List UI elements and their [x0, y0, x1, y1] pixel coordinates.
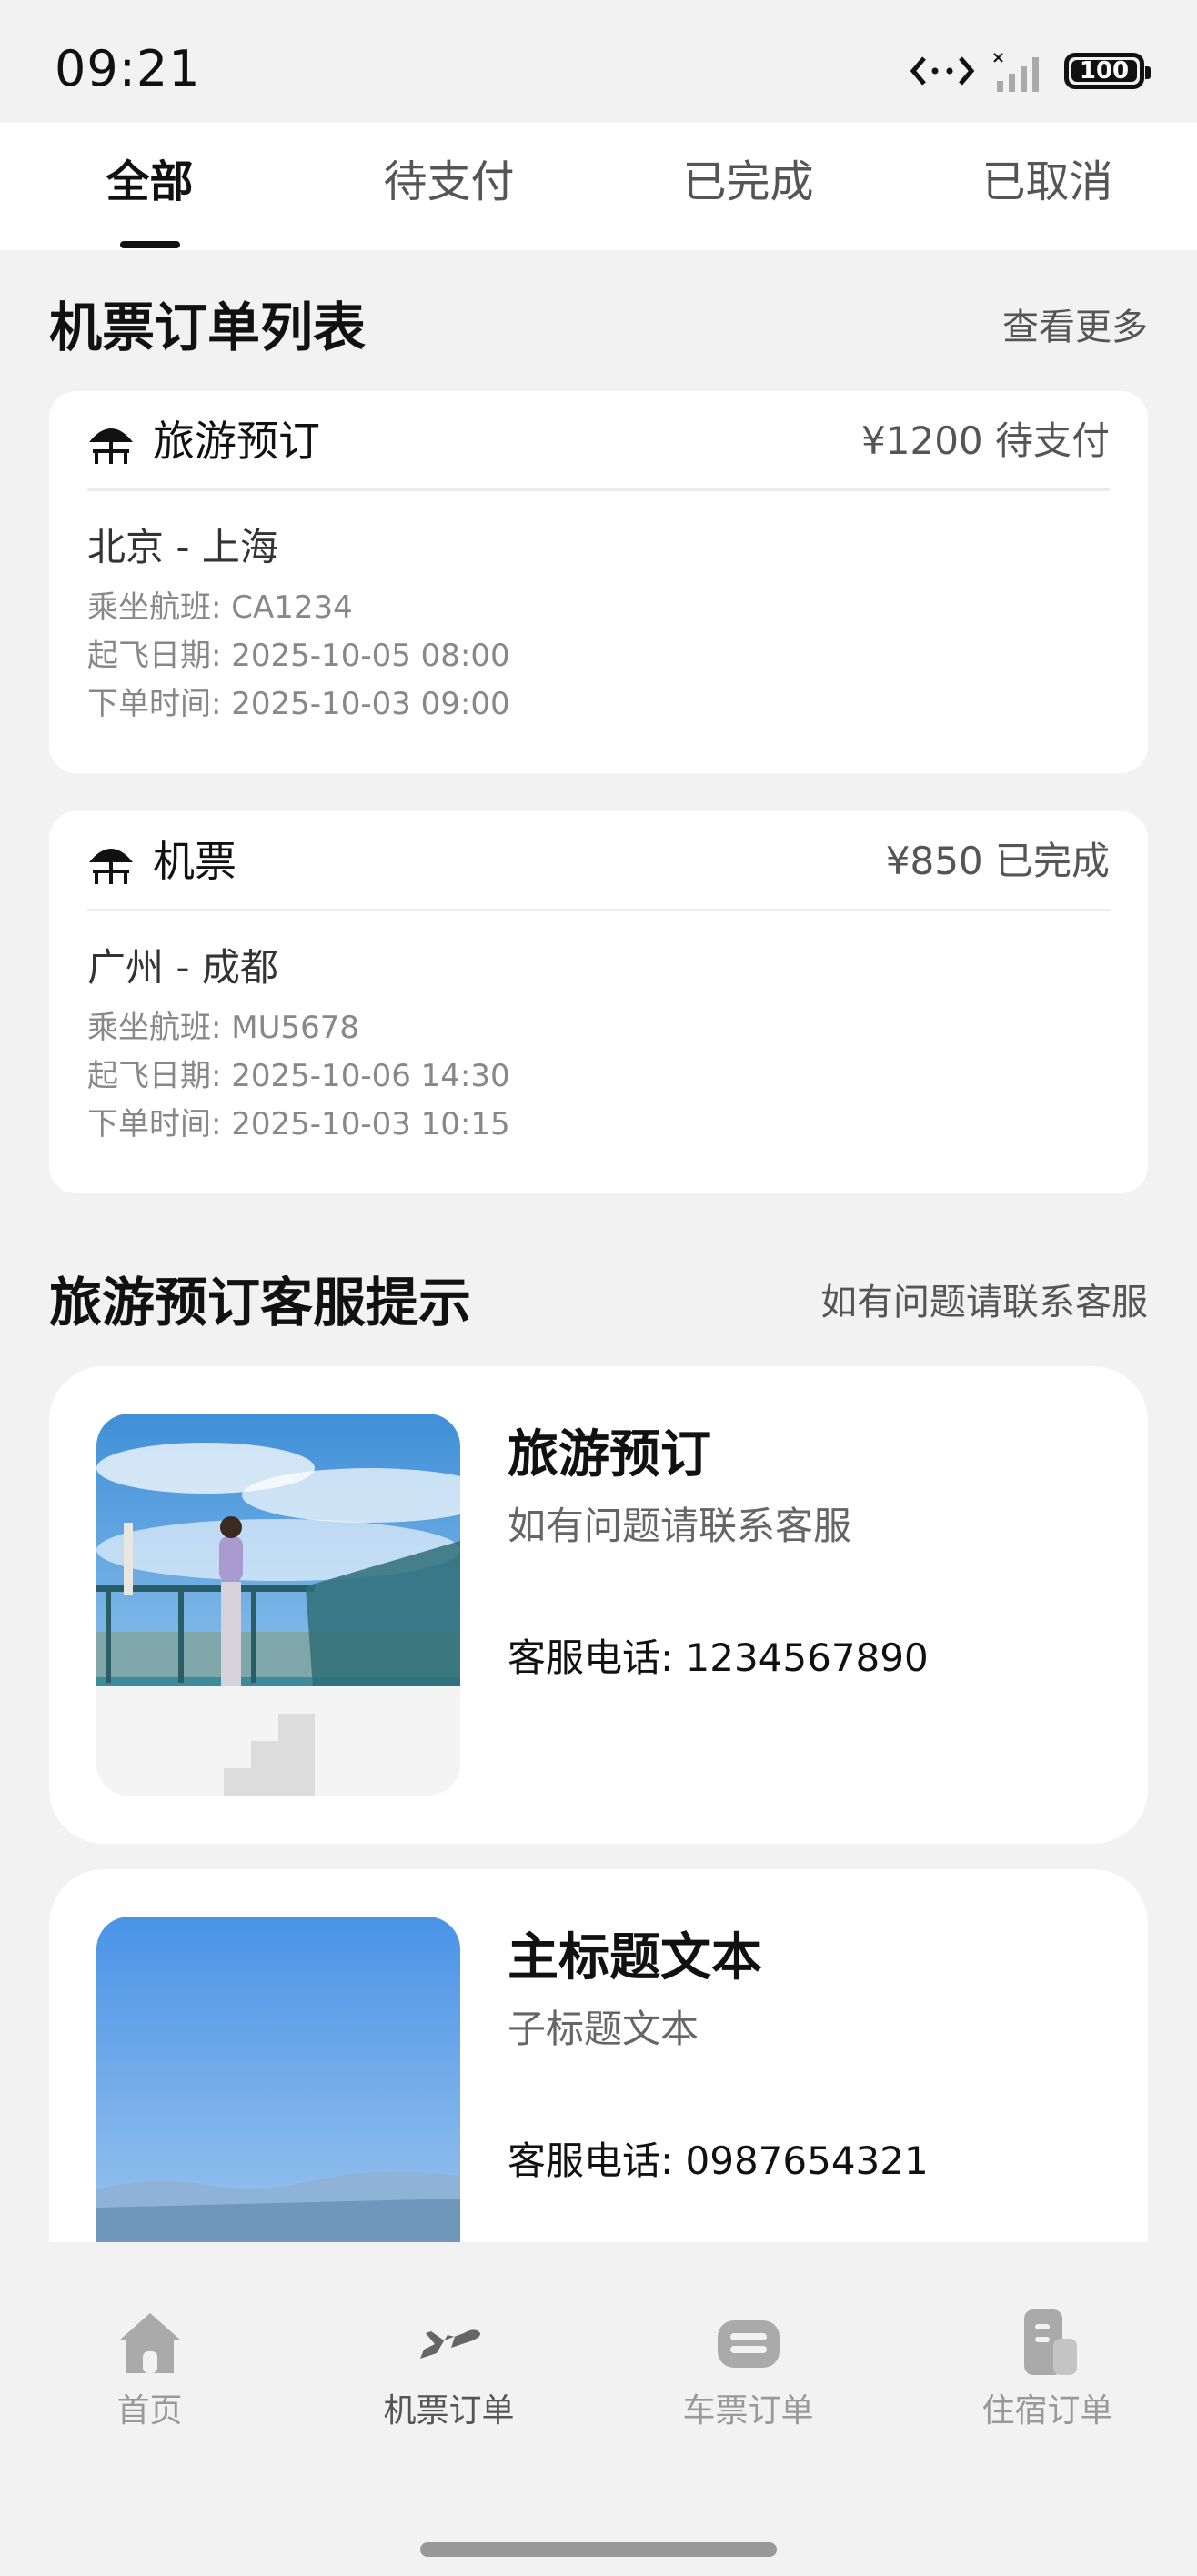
- plane-icon: [419, 2329, 480, 2359]
- beach-umbrella-icon: [89, 849, 133, 884]
- tab-indicator: [120, 241, 180, 248]
- battery-icon: 100: [1064, 53, 1151, 89]
- nav-train-orders-label: 车票订单: [682, 2392, 814, 2430]
- order-type: 旅游预订: [153, 417, 320, 466]
- battery-level: 100: [1079, 57, 1130, 85]
- service-title: 主标题文本: [508, 1928, 762, 1987]
- tab-completed[interactable]: 已完成: [598, 123, 898, 250]
- service-card[interactable]: 旅游预订 如有问题请联系客服 客服电话: 1234567890: [49, 1366, 1148, 1844]
- order-price-status: ¥850 已完成: [885, 839, 1110, 883]
- order-time: 下单时间: 2025-10-03 10:15: [87, 1106, 510, 1142]
- nav-flight-orders-label: 机票订单: [383, 2392, 515, 2430]
- order-flight: 乘坐航班: CA1234: [87, 589, 353, 626]
- bottom-nav: 首页 机票订单 车票订单 住宿订单: [0, 2242, 1197, 2576]
- order-type: 机票: [153, 837, 236, 886]
- beach-umbrella-icon: [89, 428, 133, 464]
- svg-text:×: ×: [991, 48, 1005, 67]
- home-indicator[interactable]: [420, 2542, 777, 2557]
- service-section-title: 旅游预订客服提示: [49, 1272, 472, 1333]
- tab-pending-payment[interactable]: 待支付: [299, 123, 598, 250]
- service-phone[interactable]: 客服电话: 0987654321: [508, 2130, 929, 2186]
- nav-home-label: 首页: [116, 2392, 183, 2430]
- order-route: 北京 - 上海: [87, 525, 278, 569]
- lodging-icon: [1023, 2309, 1077, 2375]
- service-subtitle: 子标题文本: [508, 2007, 699, 2051]
- view-more-link[interactable]: 查看更多: [1002, 297, 1148, 350]
- orders-section-title: 机票订单列表: [49, 297, 367, 358]
- status-icons: × 100: [910, 45, 1151, 96]
- nav-flight-orders[interactable]: 机票订单: [299, 2306, 598, 2433]
- order-price-status: ¥1200 待支付: [861, 418, 1110, 463]
- divider: [87, 488, 1110, 491]
- service-image: [96, 1414, 460, 1796]
- status-bar: 09:21 × 100: [0, 0, 1197, 123]
- tab-all[interactable]: 全部: [0, 123, 299, 250]
- order-card[interactable]: 旅游预订 ¥1200 待支付 北京 - 上海 乘坐航班: CA1234 起飞日期…: [49, 391, 1148, 773]
- service-section-header: 旅游预订客服提示 如有问题请联系客服: [49, 1260, 1148, 1333]
- service-title: 旅游预订: [508, 1425, 711, 1484]
- service-card[interactable]: 主标题文本 子标题文本 客服电话: 0987654321: [49, 1869, 1148, 2242]
- nav-home[interactable]: 首页: [0, 2306, 299, 2433]
- nav-lodging-orders[interactable]: 住宿订单: [898, 2306, 1197, 2433]
- signal-icon: ×: [991, 48, 1039, 92]
- order-card-header: 旅游预订 ¥1200 待支付: [87, 409, 1110, 473]
- main-content[interactable]: 机票订单列表 查看更多 旅游预订 ¥1200 待支付 北京 - 上海 乘坐航班:…: [0, 250, 1197, 2242]
- order-card-header: 机票 ¥850 已完成: [87, 830, 1110, 893]
- order-flight: 乘坐航班: MU5678: [87, 1010, 360, 1046]
- home-icon: [118, 2313, 181, 2373]
- nav-lodging-orders-label: 住宿订单: [981, 2392, 1113, 2430]
- service-image: [96, 1917, 460, 2242]
- nav-train-orders[interactable]: 车票订单: [598, 2306, 898, 2433]
- status-time: 09:21: [55, 40, 201, 97]
- service-phone[interactable]: 客服电话: 1234567890: [508, 1627, 929, 1683]
- order-departure: 起飞日期: 2025-10-06 14:30: [87, 1058, 510, 1094]
- order-tabs: 全部 待支付 已完成 已取消: [0, 123, 1197, 250]
- tab-cancelled[interactable]: 已取消: [898, 123, 1197, 250]
- order-card[interactable]: 机票 ¥850 已完成 广州 - 成都 乘坐航班: MU5678 起飞日期: 2…: [49, 811, 1148, 1193]
- divider: [87, 909, 1110, 911]
- orders-section-header: 机票订单列表 查看更多: [49, 285, 1148, 358]
- order-departure: 起飞日期: 2025-10-05 08:00: [87, 638, 510, 674]
- service-subtitle: 如有问题请联系客服: [508, 1504, 852, 1548]
- contact-service-link[interactable]: 如有问题请联系客服: [820, 1273, 1148, 1325]
- data-transfer-icon: [910, 56, 975, 86]
- order-time: 下单时间: 2025-10-03 09:00: [87, 686, 510, 722]
- train-ticket-icon: [717, 2320, 780, 2368]
- order-route: 广州 - 成都: [87, 945, 278, 990]
